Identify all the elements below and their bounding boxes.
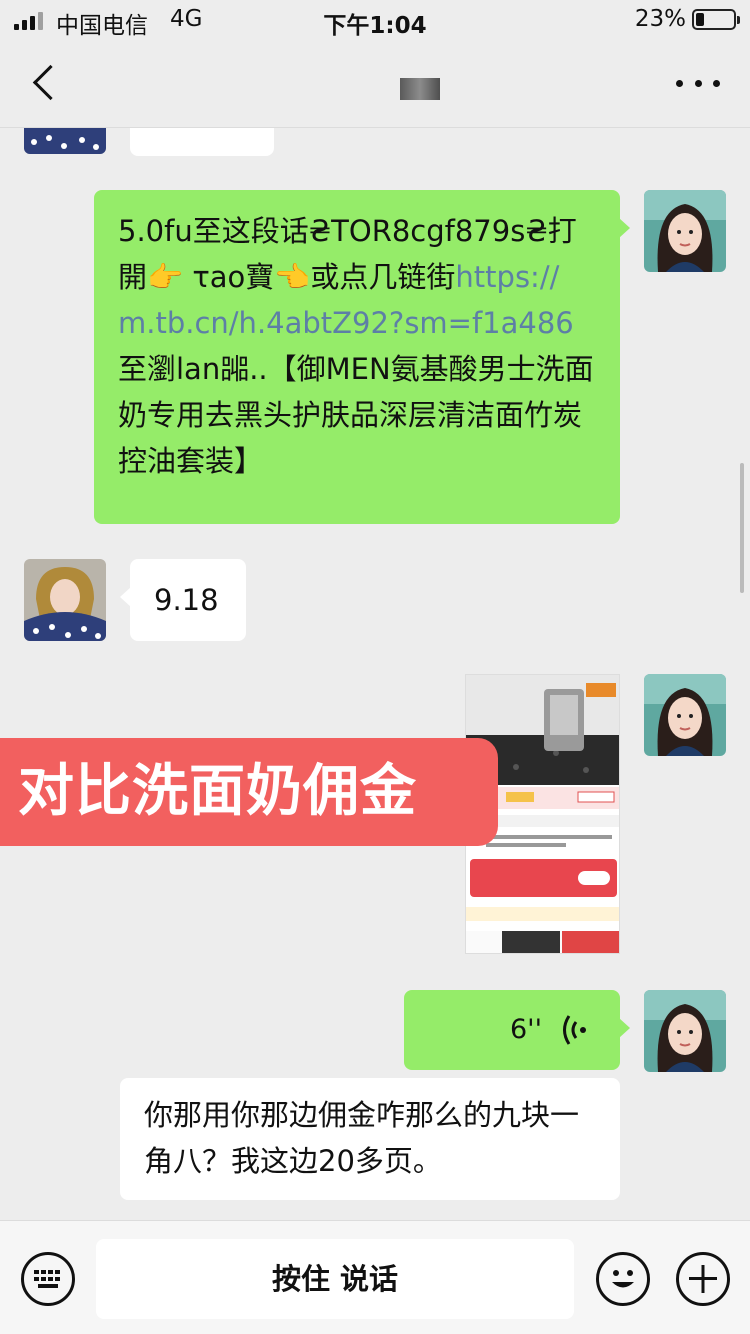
chat-header (0, 40, 750, 128)
battery-icon (692, 9, 740, 30)
input-bar: 按住 说话 (0, 1220, 750, 1334)
contact-avatar[interactable] (24, 559, 106, 641)
self-avatar[interactable] (644, 190, 726, 272)
message-bubble-taobao-link[interactable]: 5.0fu至这段话₴TOR8cgf879s₴打開👉 τao寶👈或点几链街http… (94, 190, 630, 524)
message-bubble-previous[interactable] (130, 128, 274, 156)
voice-message-bubble[interactable]: 6'' (404, 990, 630, 1070)
message-bubble-question[interactable]: 你那用你那边佣金咋那么的九块一角八？我这边20多页。 (120, 1078, 620, 1200)
voice-duration: 6'' (510, 1014, 543, 1045)
overlay-caption: 对比洗面奶佣金 (0, 738, 498, 846)
back-arrow-icon[interactable] (28, 62, 68, 106)
keyboard-icon[interactable] (21, 1252, 75, 1306)
voice-wave-icon (560, 1010, 590, 1050)
message-text: 你那用你那边佣金咋那么的九块一角八？我这边20多页。 (144, 1098, 580, 1178)
self-avatar[interactable] (644, 990, 726, 1072)
message-text: 5.0fu至这段话₴TOR8cgf879s₴打開👉 τao寶👈或点几链街http… (118, 214, 594, 478)
battery-percent: 23% (634, 6, 686, 32)
message-bubble-amount[interactable]: 9.18 (120, 559, 246, 641)
hold-to-talk-button[interactable]: 按住 说话 (96, 1239, 574, 1319)
message-text: 9.18 (154, 583, 219, 617)
emoji-icon[interactable] (596, 1252, 650, 1306)
message-list[interactable]: 5.0fu至这段话₴TOR8cgf879s₴打開👉 τao寶👈或点几链街http… (0, 128, 750, 1220)
contact-avatar[interactable] (24, 128, 106, 154)
more-dots-icon[interactable] (676, 68, 720, 98)
chat-title-redacted (400, 78, 440, 100)
scrollbar[interactable] (740, 463, 744, 593)
plus-icon[interactable] (676, 1252, 730, 1306)
self-avatar[interactable] (644, 674, 726, 756)
status-bar: 中国电信 4G 下午1:04 23% (0, 0, 750, 40)
